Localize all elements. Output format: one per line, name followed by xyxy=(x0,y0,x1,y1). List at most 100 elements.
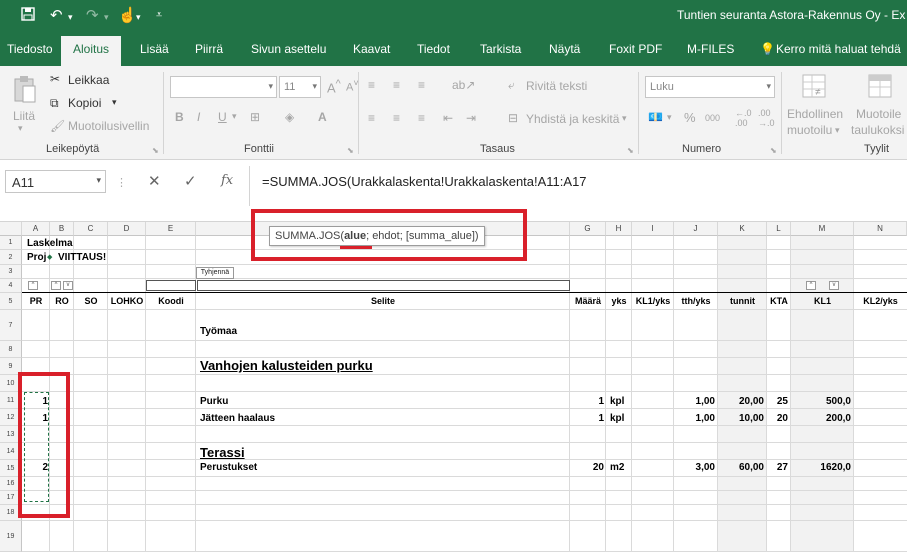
decrease-decimal-icon[interactable]: .00 →.0 xyxy=(758,108,775,128)
tab-formulas[interactable]: Kaavat xyxy=(353,42,390,56)
header-lohko[interactable]: LOHKO xyxy=(108,296,146,306)
column-header-g[interactable]: G xyxy=(570,222,606,236)
cell-kta-12[interactable]: 20 xyxy=(767,413,788,424)
format-as-table-button[interactable]: Muotoile xyxy=(856,107,901,121)
merge-dropdown-icon[interactable]: ▾ xyxy=(622,113,627,124)
collapse-icon[interactable]: v xyxy=(829,281,839,290)
font-name-combo[interactable]: ▾ xyxy=(170,76,277,98)
project-cell[interactable]: Proj xyxy=(27,252,46,263)
save-icon[interactable] xyxy=(20,6,36,26)
cut-button[interactable]: Leikkaa xyxy=(68,73,109,87)
decrease-indent-icon[interactable]: ⇤ xyxy=(443,111,453,125)
touch-mode-icon[interactable]: ☝ xyxy=(118,6,137,24)
cell-selite-11[interactable]: Purku xyxy=(200,396,228,407)
align-middle-icon[interactable]: ≡ xyxy=(393,78,400,92)
cell-maara-11[interactable]: 1 xyxy=(570,396,604,407)
tab-file[interactable]: Tiedosto xyxy=(7,42,53,56)
copy-button[interactable]: Kopioi xyxy=(68,96,101,110)
underline-dropdown-icon[interactable]: ▾ xyxy=(232,111,237,122)
increase-decimal-icon[interactable]: ←.0.00 xyxy=(735,108,752,128)
cell-tth-15[interactable]: 3,00 xyxy=(674,462,715,473)
header-pr[interactable]: PR xyxy=(22,296,50,306)
align-center-icon[interactable]: ≡ xyxy=(393,111,400,125)
grow-font-icon[interactable]: A^ xyxy=(327,78,341,95)
cell-kl1-11[interactable]: 500,0 xyxy=(791,396,851,407)
font-size-combo[interactable]: 11 ▾ xyxy=(279,76,321,98)
header-maara[interactable]: Määrä xyxy=(570,296,606,306)
collapse-icon[interactable]: v xyxy=(63,281,73,290)
cell-kl1-12[interactable]: 200,0 xyxy=(791,413,851,424)
paste-dropdown-icon[interactable]: ▾ xyxy=(18,123,23,134)
expand-icon[interactable]: ^ xyxy=(806,281,816,290)
header-yks[interactable]: yks xyxy=(606,296,632,306)
comma-style-button[interactable]: 000 xyxy=(705,113,720,123)
select-all-corner[interactable] xyxy=(0,222,22,236)
borders-icon[interactable]: ⊞ xyxy=(250,110,260,124)
tab-m-files[interactable]: M-FILES xyxy=(687,42,734,56)
tab-data[interactable]: Tiedot xyxy=(417,42,450,56)
input-box-e4[interactable] xyxy=(146,280,196,291)
cell-tth-12[interactable]: 1,00 xyxy=(674,413,715,424)
paste-button[interactable]: Liitä xyxy=(13,109,35,123)
row-header-3[interactable]: 3 xyxy=(0,265,22,279)
paste-icon[interactable] xyxy=(12,74,38,107)
touch-dropdown-icon[interactable]: ▾ xyxy=(136,12,141,23)
wrap-text-button[interactable]: Rivitä teksti xyxy=(526,79,587,93)
cell-selite-12[interactable]: Jätteen haalaus xyxy=(200,413,275,424)
cell-yks-11[interactable]: kpl xyxy=(610,396,624,407)
header-selite[interactable]: Selite xyxy=(196,296,570,306)
column-header-a[interactable]: A xyxy=(22,222,50,236)
clear-button[interactable]: Tyhjennä xyxy=(196,267,234,279)
conditional-formatting-button[interactable]: Ehdollinen xyxy=(787,107,843,121)
column-header-n[interactable]: N xyxy=(854,222,907,236)
expand-icon[interactable]: ^ xyxy=(51,281,61,290)
clipboard-launcher-icon[interactable]: ⬊ xyxy=(152,146,159,155)
shrink-font-icon[interactable]: A˅ xyxy=(346,78,359,94)
cell-tth-11[interactable]: 1,00 xyxy=(674,396,715,407)
tab-view[interactable]: Näytä xyxy=(549,42,580,56)
tab-draw[interactable]: Piirrä xyxy=(195,42,223,56)
header-koodi[interactable]: Koodi xyxy=(146,296,196,306)
cell-maara-12[interactable]: 1 xyxy=(570,413,604,424)
column-header-k[interactable]: K xyxy=(718,222,767,236)
section-kalusteet[interactable]: Vanhojen kalusteiden purku xyxy=(200,358,373,373)
orientation-icon[interactable]: ab↗ xyxy=(452,78,475,92)
insert-function-button[interactable]: fx xyxy=(221,173,233,188)
tell-me-search[interactable]: Kerro mitä haluat tehdä xyxy=(776,42,901,56)
column-header-d[interactable]: D xyxy=(108,222,146,236)
tab-review[interactable]: Tarkista xyxy=(480,42,521,56)
undo-dropdown-icon[interactable]: ▾ xyxy=(68,12,73,23)
cell-kta-15[interactable]: 27 xyxy=(767,462,788,473)
cell-yks-15[interactable]: m2 xyxy=(610,462,624,473)
cell-maara-15[interactable]: 20 xyxy=(570,462,604,473)
cell-kta-11[interactable]: 25 xyxy=(767,396,788,407)
font-launcher-icon[interactable]: ⬊ xyxy=(347,146,354,155)
cell-tunnit-15[interactable]: 60,00 xyxy=(718,462,764,473)
cell-tunnit-12[interactable]: 10,00 xyxy=(718,413,764,424)
column-header-e[interactable]: E xyxy=(146,222,196,236)
align-top-icon[interactable]: ≡ xyxy=(368,78,375,92)
header-kl1[interactable]: KL1 xyxy=(791,296,854,306)
bold-button[interactable]: B xyxy=(175,110,184,124)
expand-icon[interactable]: ^ xyxy=(28,281,38,290)
tab-page-layout[interactable]: Sivun asettelu xyxy=(251,42,326,56)
alignment-launcher-icon[interactable]: ⬊ xyxy=(627,146,634,155)
tab-foxit-pdf[interactable]: Foxit PDF xyxy=(609,42,662,56)
reference-error-cell[interactable]: VIITTAUS! xyxy=(58,252,106,263)
conditional-dropdown-icon[interactable]: ▾ xyxy=(835,125,840,136)
column-header-i[interactable]: I xyxy=(632,222,674,236)
row-header-5[interactable]: 5 xyxy=(0,293,22,310)
copy-dropdown-icon[interactable]: ▾ xyxy=(112,97,117,108)
column-header-c[interactable]: C xyxy=(74,222,108,236)
title-cell[interactable]: Laskelma xyxy=(27,238,73,249)
column-header-b[interactable]: B xyxy=(50,222,74,236)
merge-center-button[interactable]: Yhdistä ja keskitä xyxy=(526,112,619,126)
align-left-icon[interactable]: ≡ xyxy=(368,111,375,125)
tab-home[interactable]: Aloitus xyxy=(61,36,122,66)
row-header-1[interactable]: 1 xyxy=(0,236,22,250)
align-bottom-icon[interactable]: ≡ xyxy=(418,78,425,92)
currency-dropdown-icon[interactable]: ▾ xyxy=(667,112,672,123)
row-header-4[interactable]: 4 xyxy=(0,279,22,293)
increase-indent-icon[interactable]: ⇥ xyxy=(466,111,476,125)
customize-quick-access-icon[interactable]: ⩡ xyxy=(156,9,162,22)
